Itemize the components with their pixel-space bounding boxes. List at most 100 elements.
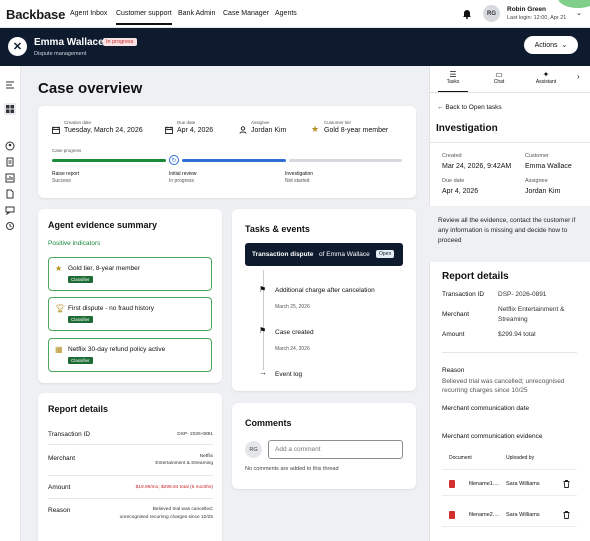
merchant-label: Merchant (442, 311, 470, 318)
actions-button[interactable]: Actions ⌄ (524, 36, 578, 54)
comment-input[interactable] (268, 440, 403, 459)
nav-tab-agent-inbox[interactable]: Agent Inbox (70, 10, 107, 17)
document-icon[interactable] (5, 189, 15, 199)
clipboard-icon[interactable] (5, 157, 15, 167)
nav-tab-agents[interactable]: Agents (275, 10, 297, 17)
calendar-icon (165, 126, 173, 134)
report-details-title: Report details (442, 271, 509, 282)
assignee-value: Jordan Kim (525, 188, 561, 195)
flag-icon: ⚑ (259, 285, 267, 294)
report-row: Amount $19.99/mo; $299.94 total (6 month… (48, 479, 213, 499)
progress-label: Case progress (52, 148, 82, 153)
classifier-tag: Classifier (68, 316, 93, 323)
report-value-amount: $19.99/mo; $299.94 total (6 months) (135, 485, 213, 490)
chevron-down-icon[interactable]: ⌄ (576, 9, 582, 17)
indicator-text: Gold tier, 8-year member (68, 265, 140, 272)
doc-header: Document (449, 455, 472, 461)
nav-tab-bank-admin[interactable]: Bank Admin (178, 10, 215, 17)
step-3-title: Investigation (285, 171, 314, 177)
report-key: Merchant (48, 455, 76, 462)
uploader-name: Sara Williams (506, 481, 540, 487)
file-name[interactable]: filename1.... (469, 481, 499, 487)
indicator-card[interactable]: ★ Gold tier, 8-year member Classifier (48, 257, 212, 291)
created-value: Mar 24, 2026, 9:42AM (442, 163, 512, 170)
creation-date-value: Tuesday, March 24, 2026 (64, 127, 143, 134)
instructions-text: Review all the evidence, contact the cus… (438, 217, 576, 244)
assignee-label: Assignee (251, 120, 270, 125)
report-row: Merchant Netflix Entertainment & Streami… (48, 448, 213, 476)
tab-tasks-label: Tasks (446, 79, 460, 85)
trash-icon[interactable] (563, 480, 570, 488)
uploader-name: Sara Williams (506, 512, 540, 518)
history-icon[interactable] (5, 221, 15, 231)
event-date: March 25, 2026 (275, 304, 310, 310)
indicator-card[interactable]: 🏆︎ First dispute - no fraud history Clas… (48, 297, 212, 331)
task-title: Transaction dispute (252, 251, 314, 258)
file-name[interactable]: filename2.... (469, 512, 499, 518)
bar-chart-icon[interactable] (5, 173, 15, 183)
tab-assistant[interactable]: ✦ Assistant (531, 70, 561, 85)
no-comments-text: No comments are added to this thread (245, 466, 339, 472)
event-log-link[interactable]: Event log (275, 371, 302, 378)
tab-assistant-label: Assistant (535, 79, 557, 85)
customer-value: Emma Wallace (525, 163, 572, 170)
close-button[interactable]: ✕ (8, 37, 27, 56)
divider (430, 92, 590, 93)
brand-logo[interactable]: Backbase (6, 7, 65, 22)
chat-icon: ▭ (495, 70, 503, 79)
chat-icon[interactable] (5, 205, 15, 215)
current-task-card[interactable]: Transaction dispute of Emma Wallace Open (245, 243, 403, 266)
divider (429, 142, 590, 143)
decorative-blob (558, 0, 590, 8)
actions-label: Actions (534, 41, 558, 49)
dashboard-icon[interactable] (4, 103, 16, 115)
calendar-icon (52, 126, 60, 134)
creation-date-label: Creation date (64, 120, 92, 125)
status-badge: In progress (103, 38, 137, 46)
person-icon (239, 126, 247, 134)
positive-indicators-label: Positive indicators (48, 240, 101, 247)
uploaded-header: Uploaded by (506, 455, 535, 461)
spacer (429, 254, 590, 262)
chevron-right-icon[interactable]: › (577, 72, 580, 81)
customer-name: Emma Wallace (34, 37, 104, 48)
amount-value: $299.94 total (498, 331, 536, 338)
star-icon: ★ (311, 124, 320, 134)
report-value: Believed trial was cancelled; (152, 507, 213, 512)
back-link[interactable]: ← Back to Open tasks (437, 104, 502, 111)
tasks-icon: ☰ (449, 70, 457, 79)
collapse-menu-icon[interactable] (5, 80, 15, 90)
doc-table-header: Document Uploaded by (442, 448, 577, 470)
customer-label: Customer (525, 153, 549, 159)
bell-icon[interactable] (462, 8, 472, 19)
indicator-text: Netflix 30-day refund policy active (68, 346, 166, 353)
classifier-tag: Classifier (68, 357, 93, 364)
pdf-icon (449, 480, 455, 488)
tab-tasks[interactable]: ☰ Tasks (438, 70, 468, 93)
user-circle-icon[interactable] (5, 141, 15, 151)
task-customer: of Emma Wallace (319, 251, 370, 258)
trash-icon[interactable] (563, 511, 570, 519)
customer-tier-value: Gold 8-year member (324, 127, 389, 134)
document-row[interactable]: filename2.... Sara Williams (442, 505, 577, 527)
report-value: unrecognised recurring charges since 10/… (119, 515, 213, 520)
left-sidebar (0, 66, 21, 541)
indicator-card[interactable]: ▦ Netflix 30-day refund policy active Cl… (48, 338, 212, 372)
tab-chat-label: Chat (493, 79, 505, 85)
assignee-label: Assignee (525, 178, 548, 184)
case-overview-card (38, 106, 416, 198)
document-row[interactable]: filename1.... Sara Williams (442, 474, 577, 496)
report-title: Report details (48, 404, 109, 414)
tasks-title: Tasks & events (245, 224, 310, 234)
page-title: Case overview (38, 80, 143, 97)
nav-tab-customer-support[interactable]: Customer support (116, 10, 172, 25)
trophy-icon: 🏆︎ (55, 304, 66, 313)
transaction-label: Transaction ID (442, 291, 485, 298)
tab-chat[interactable]: ▭ Chat (484, 70, 514, 85)
pdf-icon (449, 511, 455, 519)
user-avatar[interactable]: RG (483, 5, 500, 22)
nav-tab-case-manager[interactable]: Case Manager (223, 10, 269, 17)
commenter-avatar: RG (245, 441, 262, 458)
merchant-comm-date-label: Merchant communication date (442, 405, 530, 412)
report-key: Transaction ID (48, 431, 91, 438)
